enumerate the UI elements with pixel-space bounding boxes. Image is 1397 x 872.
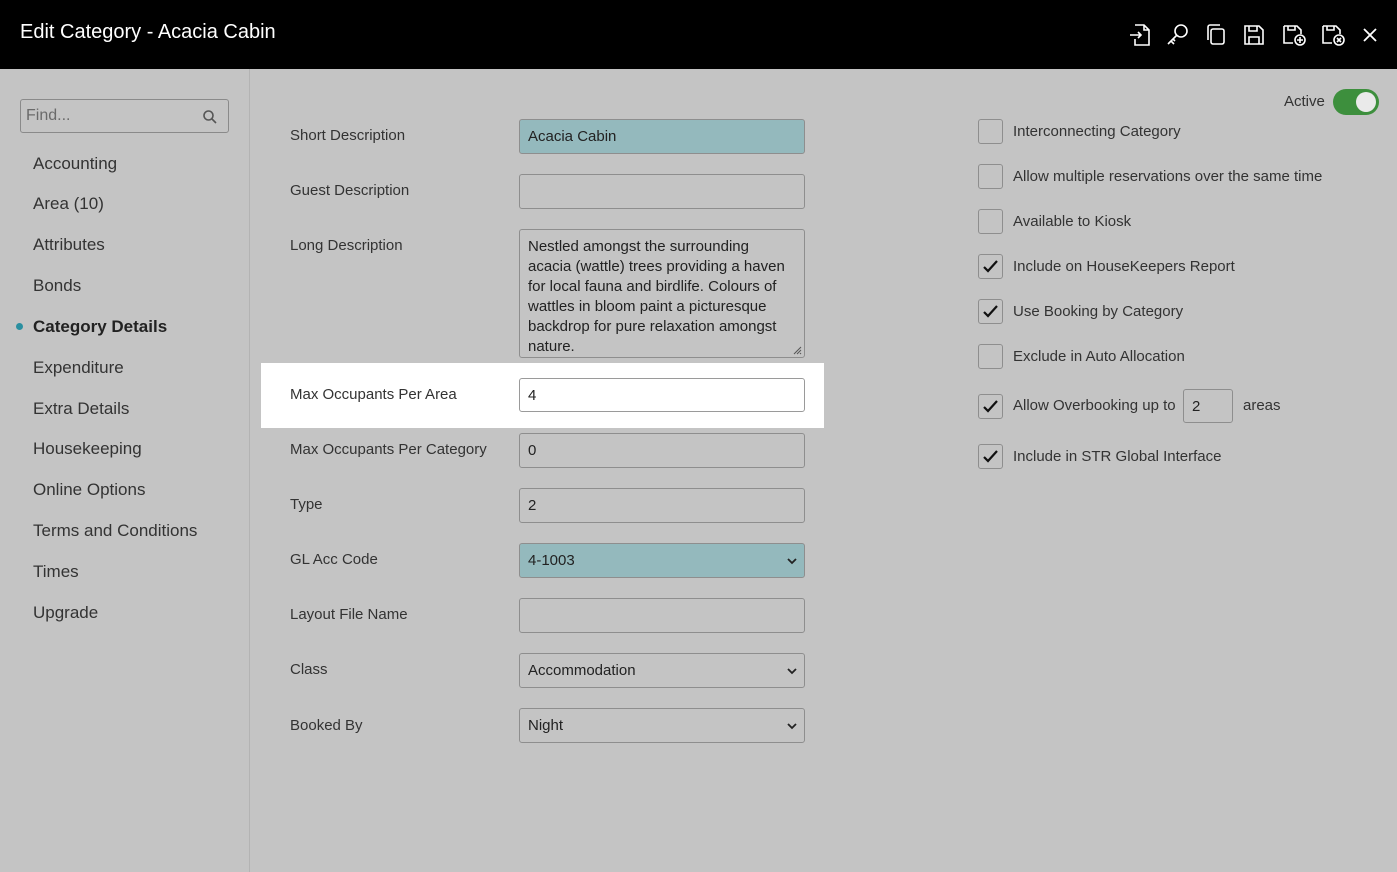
active-indicator bbox=[16, 323, 23, 330]
search-input[interactable] bbox=[26, 106, 196, 126]
exclude-auto-allocation-checkbox[interactable] bbox=[978, 344, 1003, 369]
sidebar-item-category-details[interactable]: Category Details bbox=[33, 317, 167, 337]
long-description-label: Long Description bbox=[290, 237, 403, 254]
overbooking-suffix: areas bbox=[1243, 397, 1281, 414]
sidebar-item-extra-details[interactable]: Extra Details bbox=[33, 399, 129, 419]
title-bar: Edit Category - Acacia Cabin bbox=[0, 0, 1397, 69]
max-occupants-category-label: Max Occupants Per Category bbox=[290, 441, 487, 458]
available-to-kiosk-checkbox[interactable] bbox=[978, 209, 1003, 234]
sidebar-item-expenditure[interactable]: Expenditure bbox=[33, 358, 124, 378]
exit-icon[interactable] bbox=[1127, 22, 1153, 48]
max-occupants-area-label: Max Occupants Per Area bbox=[290, 386, 457, 403]
guest-description-field[interactable] bbox=[519, 174, 805, 209]
max-occupants-category-field[interactable]: 0 bbox=[519, 433, 805, 468]
checkmark-icon bbox=[983, 450, 998, 463]
allow-overbooking-checkbox[interactable] bbox=[978, 394, 1003, 419]
checkmark-icon bbox=[983, 305, 998, 318]
gl-acc-code-value: 4-1003 bbox=[528, 552, 575, 569]
key-icon[interactable] bbox=[1165, 22, 1191, 48]
gl-acc-code-label: GL Acc Code bbox=[290, 551, 378, 568]
chevron-down-icon bbox=[787, 558, 797, 565]
sidebar-item-bonds[interactable]: Bonds bbox=[33, 276, 81, 296]
short-description-label: Short Description bbox=[290, 127, 406, 144]
sidebar-item-times[interactable]: Times bbox=[33, 562, 79, 582]
save-close-icon[interactable] bbox=[1320, 22, 1346, 48]
class-label: Class bbox=[290, 661, 328, 678]
checkmark-icon bbox=[983, 400, 998, 413]
sidebar-item-terms-and-conditions[interactable]: Terms and Conditions bbox=[33, 521, 197, 541]
exclude-auto-allocation-label: Exclude in Auto Allocation bbox=[1013, 348, 1185, 365]
include-str-global-label: Include in STR Global Interface bbox=[1013, 448, 1222, 465]
booked-by-select[interactable]: Night bbox=[519, 708, 805, 743]
sidebar-item-attributes[interactable]: Attributes bbox=[33, 235, 105, 255]
chevron-down-icon bbox=[787, 668, 797, 675]
layout-file-name-field[interactable] bbox=[519, 598, 805, 633]
search-icon[interactable] bbox=[202, 109, 218, 125]
allow-overbooking-label: Allow Overbooking up to bbox=[1013, 397, 1176, 414]
interconnecting-category-label: Interconnecting Category bbox=[1013, 123, 1181, 140]
gl-acc-code-select[interactable]: 4-1003 bbox=[519, 543, 805, 578]
sidebar-item-online-options[interactable]: Online Options bbox=[33, 480, 145, 500]
checkmark-icon bbox=[983, 260, 998, 273]
active-label: Active bbox=[1284, 93, 1325, 110]
sidebar-item-housekeeping[interactable]: Housekeeping bbox=[33, 439, 142, 459]
include-housekeepers-report-label: Include on HouseKeepers Report bbox=[1013, 258, 1235, 275]
allow-multiple-reservations-checkbox[interactable] bbox=[978, 164, 1003, 189]
use-booking-by-category-label: Use Booking by Category bbox=[1013, 303, 1184, 320]
include-str-global-checkbox[interactable] bbox=[978, 444, 1003, 469]
resize-handle-icon[interactable] bbox=[792, 345, 802, 355]
overbooking-count-field[interactable]: 2 bbox=[1183, 389, 1233, 423]
save-new-icon[interactable] bbox=[1281, 22, 1307, 48]
long-description-text: Nestled amongst the surrounding acacia (… bbox=[528, 238, 785, 355]
layout-file-name-label: Layout File Name bbox=[290, 606, 408, 623]
type-label: Type bbox=[290, 496, 323, 513]
short-description-field[interactable]: Acacia Cabin bbox=[519, 119, 805, 154]
available-to-kiosk-label: Available to Kiosk bbox=[1013, 213, 1132, 230]
max-occupants-area-field[interactable]: 4 bbox=[519, 378, 805, 412]
type-field[interactable]: 2 bbox=[519, 488, 805, 523]
interconnecting-category-checkbox[interactable] bbox=[978, 119, 1003, 144]
sidebar: Accounting Area (10) Attributes Bonds Ca… bbox=[0, 69, 250, 872]
use-booking-by-category-checkbox[interactable] bbox=[978, 299, 1003, 324]
allow-multiple-reservations-label: Allow multiple reservations over the sam… bbox=[1013, 168, 1323, 185]
toggle-knob bbox=[1356, 92, 1376, 112]
booked-by-value: Night bbox=[528, 717, 564, 734]
search-box[interactable] bbox=[20, 99, 229, 133]
main-content: Short Description Acacia Cabin Guest Des… bbox=[251, 69, 1397, 872]
copy-icon[interactable] bbox=[1203, 22, 1229, 48]
sidebar-item-accounting[interactable]: Accounting bbox=[33, 154, 117, 174]
active-toggle[interactable] bbox=[1333, 89, 1379, 115]
sidebar-item-upgrade[interactable]: Upgrade bbox=[33, 603, 98, 623]
chevron-down-icon bbox=[787, 723, 797, 730]
booked-by-label: Booked By bbox=[290, 717, 363, 734]
close-icon[interactable] bbox=[1357, 22, 1383, 48]
class-select[interactable]: Accommodation bbox=[519, 653, 805, 688]
class-value: Accommodation bbox=[528, 662, 636, 679]
long-description-field[interactable]: Nestled amongst the surrounding acacia (… bbox=[519, 229, 805, 358]
page-title: Edit Category - Acacia Cabin bbox=[20, 21, 276, 43]
guest-description-label: Guest Description bbox=[290, 182, 410, 199]
save-icon[interactable] bbox=[1241, 22, 1267, 48]
sidebar-item-area[interactable]: Area (10) bbox=[33, 194, 104, 214]
include-housekeepers-report-checkbox[interactable] bbox=[978, 254, 1003, 279]
